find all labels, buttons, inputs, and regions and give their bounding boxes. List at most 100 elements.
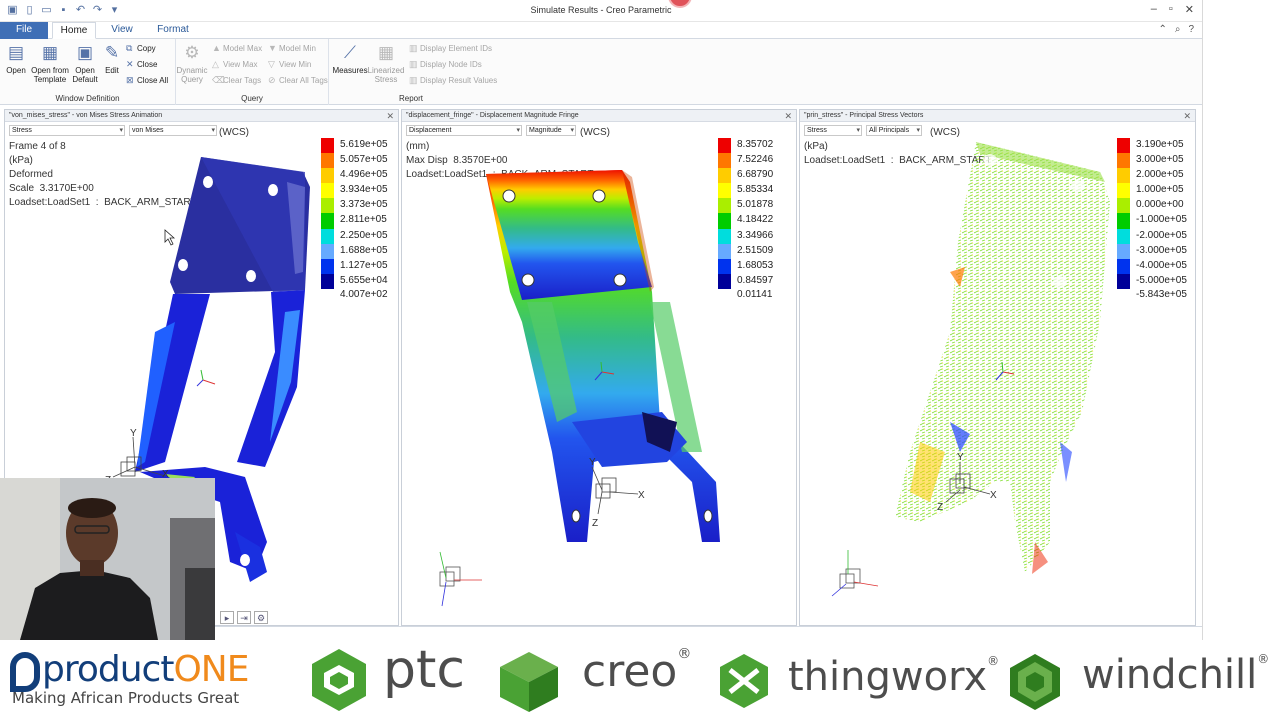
clear-tags-button[interactable]: ⌫Clear Tags (212, 75, 261, 86)
clear-all-tags-button[interactable]: ⊘ Clear All Tags (268, 75, 328, 86)
animation-settings-icon[interactable]: ⚙ (254, 611, 268, 624)
close-x-icon: ✕ (126, 59, 134, 69)
legend-swatch (1117, 198, 1130, 214)
legend-value: 4.18422 (737, 214, 774, 226)
copy-icon: ⧉ (126, 43, 133, 53)
legend-value: 5.619e+05 (340, 139, 388, 150)
display-element-ids-button[interactable]: ▥ Display Element IDs (409, 43, 492, 54)
minimize-icon[interactable]: – (1151, 3, 1157, 16)
dynamic-query-button[interactable]: ⚙ Dynamic Query (176, 42, 208, 84)
open-window-icon: ▤ (7, 43, 25, 62)
ribbon: ▤ Open ▦ Open from Template ▣ Open Defau… (0, 39, 1202, 105)
close-viewport-icon[interactable]: ✕ (784, 110, 792, 122)
axis-x-label: X (990, 490, 997, 501)
legend-min-value: 0.01141 (737, 288, 773, 300)
model-graphic-displacement: Y X Z (439, 170, 720, 607)
legend-swatch (321, 153, 334, 169)
legend-value: 6.68790 (737, 169, 774, 181)
legend-swatch (718, 228, 731, 244)
copy-button[interactable]: ⧉ Copy (126, 43, 156, 54)
viewport-title: "prin_stress" - Principal Stress Vectors… (800, 110, 1195, 122)
legend-value: -1.000e+05 (1136, 214, 1187, 226)
collapse-ribbon-icon[interactable]: ⌃ (1158, 24, 1166, 35)
legend-value: 3.190e+05 (1136, 139, 1184, 150)
legend-value: 2.000e+05 (1136, 169, 1184, 181)
tab-format[interactable]: Format (150, 22, 196, 39)
close-viewport-icon[interactable]: ✕ (386, 110, 394, 122)
presenter-video (0, 478, 215, 640)
open-default-button[interactable]: ▣ Open Default (70, 42, 100, 84)
legend-swatch (1117, 168, 1130, 184)
display-node-ids-button[interactable]: ▥ Display Node IDs (409, 59, 482, 70)
legend-value: 8.35702 (737, 139, 774, 150)
legend-swatch (321, 198, 334, 214)
edit-button[interactable]: ✎ Edit (101, 42, 123, 75)
axis-y-label: Y (957, 452, 964, 463)
screen-right-margin (1202, 0, 1280, 640)
group-label-window-definition: Window Definition (55, 94, 120, 103)
axis-z-label: Z (592, 518, 598, 529)
legend-value: 5.01878 (737, 199, 774, 211)
legend-value: 3.373e+05 (340, 199, 388, 211)
animation-play-icon[interactable]: ▸ (220, 611, 234, 624)
legend-value: 0.000e+00 (1136, 199, 1184, 211)
model-max-button[interactable]: ▲ Model Max (212, 43, 262, 53)
measures-button[interactable]: ⟋ Measures (331, 42, 369, 75)
model-min-icon: ▼ (268, 43, 277, 53)
node-ids-icon: ▥ (409, 59, 418, 69)
axis-y-label: Y (130, 428, 137, 439)
legend-swatch (718, 198, 731, 214)
windchill-logo-mark (1010, 654, 1060, 710)
productone-logo: productONE (42, 649, 249, 690)
axis-z-label: Z (937, 502, 943, 513)
viewport-displacement[interactable]: "displacement_fringe" - Displacement Mag… (401, 109, 797, 626)
tab-home[interactable]: Home (52, 22, 96, 39)
open-from-template-button[interactable]: ▦ Open from Template (30, 42, 70, 84)
help-icon[interactable]: ? (1188, 24, 1194, 35)
creo-logo: creo® (582, 646, 692, 697)
legend-swatch (1117, 138, 1130, 154)
legend-value: 1.000e+05 (1136, 184, 1184, 196)
open-button[interactable]: ▤ Open (4, 42, 28, 75)
axis-x-label: X (638, 490, 645, 501)
view-min-button[interactable]: ▽ View Min (268, 59, 311, 70)
close-viewport-icon[interactable]: ✕ (1183, 110, 1191, 122)
ptc-logo: ptc (383, 640, 465, 700)
animation-step-icon[interactable]: ⇥ (237, 611, 251, 624)
restore-icon[interactable]: ▫ (1169, 3, 1173, 16)
legend-value: 1.688e+05 (340, 244, 388, 256)
window-title: Simulate Results - Creo Parametric (530, 5, 672, 15)
legend-value: 3.34966 (737, 229, 774, 241)
legend-value: 0.84597 (737, 274, 774, 286)
linearized-stress-button[interactable]: ▦ Linearized Stress (367, 42, 405, 84)
legend-value: -3.000e+05 (1136, 244, 1187, 256)
element-ids-icon: ▥ (409, 43, 418, 53)
pencil-icon: ✎ (104, 43, 120, 62)
legend-value: 5.655e+04 (340, 274, 388, 286)
close-all-button[interactable]: ⊠ Close All (126, 75, 168, 86)
group-report: ⟋ Measures ▦ Linearized Stress ▥ Display … (329, 39, 497, 105)
tab-view[interactable]: View (104, 22, 140, 39)
search-icon[interactable]: ⌕ (1175, 24, 1181, 35)
ribbon-tabs: File Home View Format ⌃ ⌕ ? (0, 22, 1202, 39)
legend-swatch (1117, 183, 1130, 199)
legend-value: 1.68053 (737, 259, 774, 271)
legend-swatch (718, 153, 731, 169)
result-values-icon: ▥ (409, 75, 418, 85)
display-result-values-button[interactable]: ▥ Display Result Values (409, 75, 497, 86)
close-icon[interactable]: ✕ (1185, 3, 1194, 16)
model-min-button[interactable]: ▼ Model Min (268, 43, 316, 53)
legend-value: 2.51509 (737, 244, 774, 256)
legend-swatch (718, 258, 731, 274)
thingworx-logo-mark (720, 654, 768, 708)
measure-icon: ⟋ (344, 43, 356, 62)
view-max-button[interactable]: △ View Max (212, 59, 258, 70)
legend-value: 5.057e+05 (340, 154, 388, 166)
mouse-cursor-icon (164, 229, 176, 246)
close-button[interactable]: ✕ Close (126, 59, 157, 70)
tab-file[interactable]: File (0, 22, 48, 39)
legend-swatch (321, 183, 334, 199)
viewport-principal-stress[interactable]: "prin_stress" - Principal Stress Vectors… (799, 109, 1196, 626)
model-max-icon: ▲ (212, 43, 221, 53)
title-bar: ▣ ▯ ▭ ▪ ↶ ↷ ▾ Simulate Results - Creo Pa… (0, 0, 1202, 22)
